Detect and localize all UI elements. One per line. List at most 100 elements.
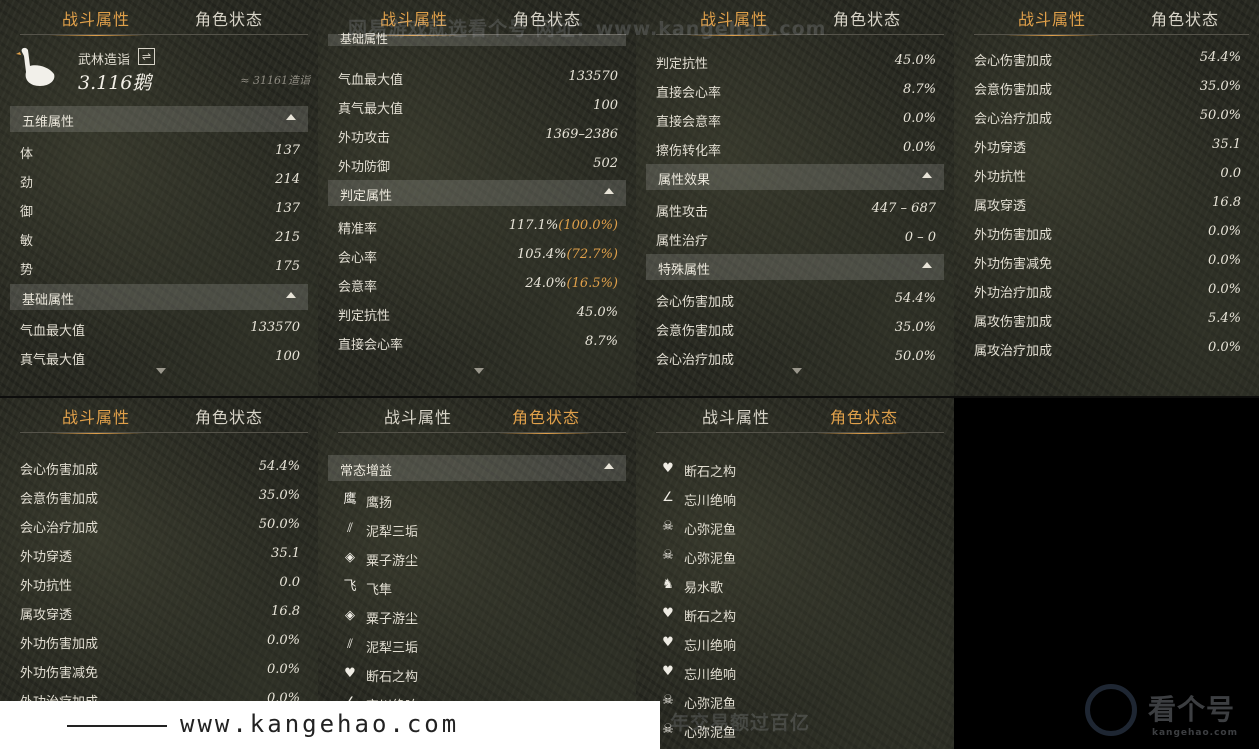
stat-row: 会意伤害加成 35.0% (964, 73, 1249, 101)
buff-item[interactable]: ♥ 断石之构 (646, 455, 944, 484)
stat-value: 105.4%(72.7%) (517, 247, 618, 262)
section-special-attributes[interactable]: 特殊属性 (646, 254, 944, 280)
buff-name: 断石之构 (366, 670, 419, 685)
stat-value-base: (100.0%) (558, 218, 618, 233)
stat-value: 54.4% (1200, 50, 1241, 65)
tab-combat[interactable]: 战斗属性 (47, 404, 145, 434)
buff-item[interactable]: ☠ 心弥泥鱼 (646, 542, 944, 571)
url-banner-text: www.kangehao.com (180, 710, 460, 738)
buff-item[interactable]: ◈ 粟子游尘 (328, 544, 626, 573)
buff-item[interactable]: 飞飞隼 (328, 573, 626, 602)
stat-row: 会心伤害加成 54.4% (646, 285, 944, 313)
tab-status[interactable]: 角色状态 (815, 404, 913, 434)
stat-value: 100 (275, 349, 300, 364)
collapse-arrow-icon[interactable] (922, 172, 932, 178)
heart-icon: ♥ (662, 664, 674, 679)
buff-item[interactable]: ♞ 易水歌 (646, 571, 944, 600)
stat-label: 外功伤害减免 (974, 257, 1053, 272)
tab-status[interactable]: 角色状态 (497, 404, 595, 434)
stat-row: 外功伤害加成 0.0% (964, 218, 1249, 246)
watermark-logo-icon (1085, 684, 1137, 736)
panel-combat-2: 战斗属性 角色状态 基础属性 气血最大值 133570 真气最大值 100 外功攻击 1369–… (318, 0, 636, 396)
scroll-down-icon[interactable] (156, 368, 166, 374)
heart-icon: ♥ (662, 635, 674, 650)
stat-label: 属性治疗 (656, 234, 709, 249)
stat-row: 擦伤转化率 0.0% (646, 134, 944, 162)
stat-value-main: 8.7% (902, 82, 936, 97)
stat-label: 属攻穿透 (20, 608, 73, 623)
banner-rule (67, 725, 167, 727)
stat-row: 直接会心率 8.7% (328, 328, 626, 356)
stat-label: 外功攻击 (338, 131, 391, 146)
buff-item[interactable]: ♥ 忘川绝响 (646, 629, 944, 658)
tab-status[interactable]: 角色状态 (833, 6, 901, 30)
section-normal-buffs[interactable]: 常态增益 (328, 455, 626, 481)
tab-divider (20, 432, 308, 433)
collapse-arrow-icon[interactable] (286, 114, 296, 120)
hawk-icon: 鹰 (343, 492, 357, 507)
tab-divider (20, 34, 308, 35)
stat-label: 属攻穿透 (974, 199, 1027, 214)
section-attribute-effect[interactable]: 属性效果 (646, 164, 944, 190)
stat-row: 属攻治疗加成 0.0% (964, 334, 1249, 362)
section-five-attributes[interactable]: 五维属性 (10, 106, 308, 132)
stat-value-main: 0.0 (279, 575, 300, 590)
scroll-down-icon[interactable] (474, 368, 484, 374)
tab-divider (656, 432, 944, 433)
stat-value: 5.4% (1208, 311, 1241, 326)
stat-value-main: 5.4% (1207, 311, 1241, 326)
collapse-arrow-icon[interactable] (604, 463, 614, 469)
buff-item[interactable]: ♥ 断石之构 (328, 660, 626, 689)
stat-row: 外功伤害减免 0.0% (10, 656, 308, 684)
stat-row: 外功伤害加成 0.0% (10, 627, 308, 655)
buff-item[interactable]: ◈ 粟子游尘 (328, 602, 626, 631)
stat-value: 137 (275, 201, 300, 216)
section-judge-attributes[interactable]: 判定属性 (328, 180, 626, 206)
buff-item[interactable]: ☠ 心弥泥鱼 (646, 513, 944, 542)
stat-value: 0.0 (1220, 166, 1241, 181)
buff-name: 粟子游尘 (366, 612, 419, 627)
buff-item[interactable]: 鹰鹰扬 (328, 486, 626, 515)
tab-status[interactable]: 角色状态 (1151, 6, 1219, 30)
section-label: 基础属性 (22, 293, 75, 308)
section-base-attributes[interactable]: 基础属性 (10, 284, 308, 310)
buff-name: 鹰扬 (366, 496, 393, 511)
stat-value: 35.0% (1200, 79, 1241, 94)
tab-status[interactable]: 角色状态 (195, 6, 263, 30)
stat-label: 真气最大值 (338, 102, 404, 117)
stat-value: 8.7% (903, 82, 936, 97)
buff-item[interactable]: ⫽ 泥犁三垢 (328, 631, 626, 660)
stat-value: 0.0% (1208, 224, 1241, 239)
stat-row: 气血最大值 133570 (10, 314, 308, 342)
stat-row: 体 137 (10, 137, 308, 165)
stat-label: 会心治疗加成 (656, 353, 735, 368)
stat-row: 属攻伤害加成 5.4% (964, 305, 1249, 333)
buff-item[interactable]: ⫽ 泥犁三垢 (328, 515, 626, 544)
stat-value: 35.0% (259, 488, 300, 503)
stat-label: 外功防御 (338, 160, 391, 175)
swap-icon[interactable]: ⇌ (138, 48, 155, 65)
skull-icon: ☠ (662, 548, 674, 563)
stat-label: 外功伤害加成 (20, 637, 99, 652)
stat-row: 会意率 24.0%(16.5%) (328, 270, 626, 298)
buff-item[interactable]: ∠ 忘川绝响 (646, 484, 944, 513)
scroll-down-icon[interactable] (792, 368, 802, 374)
tab-combat[interactable]: 战斗属性 (702, 404, 770, 428)
buff-name: 泥犁三垢 (366, 525, 419, 540)
tab-combat[interactable]: 战斗属性 (47, 6, 145, 36)
tab-combat[interactable]: 战斗属性 (384, 404, 452, 428)
tab-bar: 战斗属性 角色状态 (954, 2, 1259, 38)
buff-name: 忘川绝响 (684, 668, 737, 683)
buff-item[interactable]: ♥ 忘川绝响 (646, 658, 944, 687)
stat-value-main: 0.0% (1207, 224, 1241, 239)
section-label: 判定属性 (340, 189, 393, 204)
collapse-arrow-icon[interactable] (286, 292, 296, 298)
collapse-arrow-icon[interactable] (604, 188, 614, 194)
stat-value-main: 50.0% (258, 517, 300, 532)
panel-status-1: 战斗属性 角色状态 常态增益鹰鹰扬 ⫽ 泥犁三垢 ◈ 粟子游尘飞飞隼 ◈ 粟子游尘 ⫽ 泥犁三垢 ♥ 断… (318, 398, 636, 749)
tab-status[interactable]: 角色状态 (195, 404, 263, 428)
collapse-arrow-icon[interactable] (922, 262, 932, 268)
buff-item[interactable]: ♥ 断石之构 (646, 600, 944, 629)
stat-value: 16.8 (271, 604, 300, 619)
tab-combat[interactable]: 战斗属性 (1003, 6, 1101, 36)
